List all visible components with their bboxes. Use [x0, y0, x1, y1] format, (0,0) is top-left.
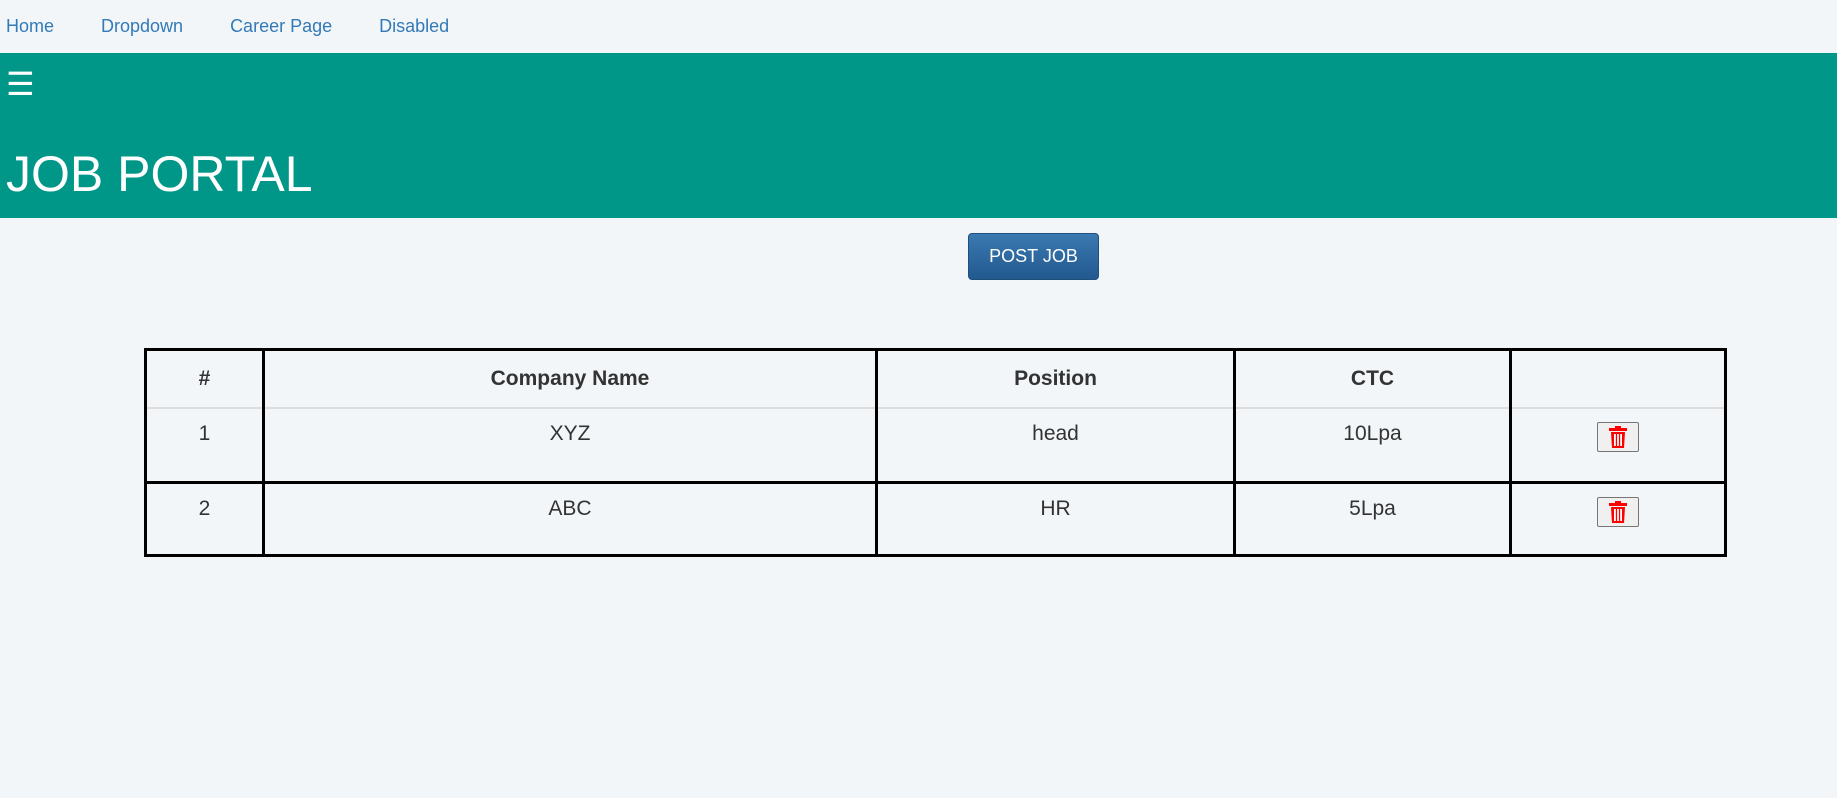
row-company: XYZ: [262, 408, 878, 482]
header-position: Position: [875, 349, 1236, 409]
hamburger-menu-icon[interactable]: ☰: [6, 68, 35, 100]
row-index: 1: [144, 408, 265, 482]
table-header-row: # Company Name Position CTC: [144, 349, 1727, 409]
row-ctc: 10Lpa: [1233, 408, 1512, 482]
page-title: JOB PORTAL: [6, 146, 313, 202]
table-row: 1 XYZ head 10Lpa: [144, 408, 1727, 482]
header-actions: [1509, 349, 1727, 409]
delete-job-button[interactable]: [1597, 496, 1639, 527]
header-company-name: Company Name: [262, 349, 878, 409]
delete-job-button[interactable]: [1597, 422, 1639, 452]
nav-dropdown-link[interactable]: Dropdown: [101, 16, 183, 37]
post-job-button[interactable]: POST JOB: [968, 233, 1099, 280]
row-position: head: [875, 408, 1236, 482]
row-ctc: 5Lpa: [1233, 480, 1512, 555]
row-actions: [1509, 408, 1727, 482]
trash-icon: [1609, 426, 1627, 448]
header-index: #: [144, 349, 265, 409]
row-company: ABC: [262, 480, 878, 555]
table-row: 2 ABC HR 5Lpa: [144, 480, 1727, 555]
top-nav: Home Dropdown Career Page Disabled: [0, 0, 1837, 52]
row-position: HR: [875, 480, 1236, 555]
header-ctc: CTC: [1233, 349, 1512, 409]
nav-home-link[interactable]: Home: [6, 16, 54, 37]
row-index: 2: [144, 480, 265, 555]
row-actions: [1509, 480, 1727, 555]
nav-disabled-link[interactable]: Disabled: [379, 16, 449, 37]
header-banner: ☰ JOB PORTAL: [0, 53, 1837, 218]
jobs-table: # Company Name Position CTC 1 XYZ head 1…: [144, 348, 1727, 557]
trash-icon: [1609, 500, 1627, 523]
nav-career-page-link[interactable]: Career Page: [230, 16, 332, 37]
